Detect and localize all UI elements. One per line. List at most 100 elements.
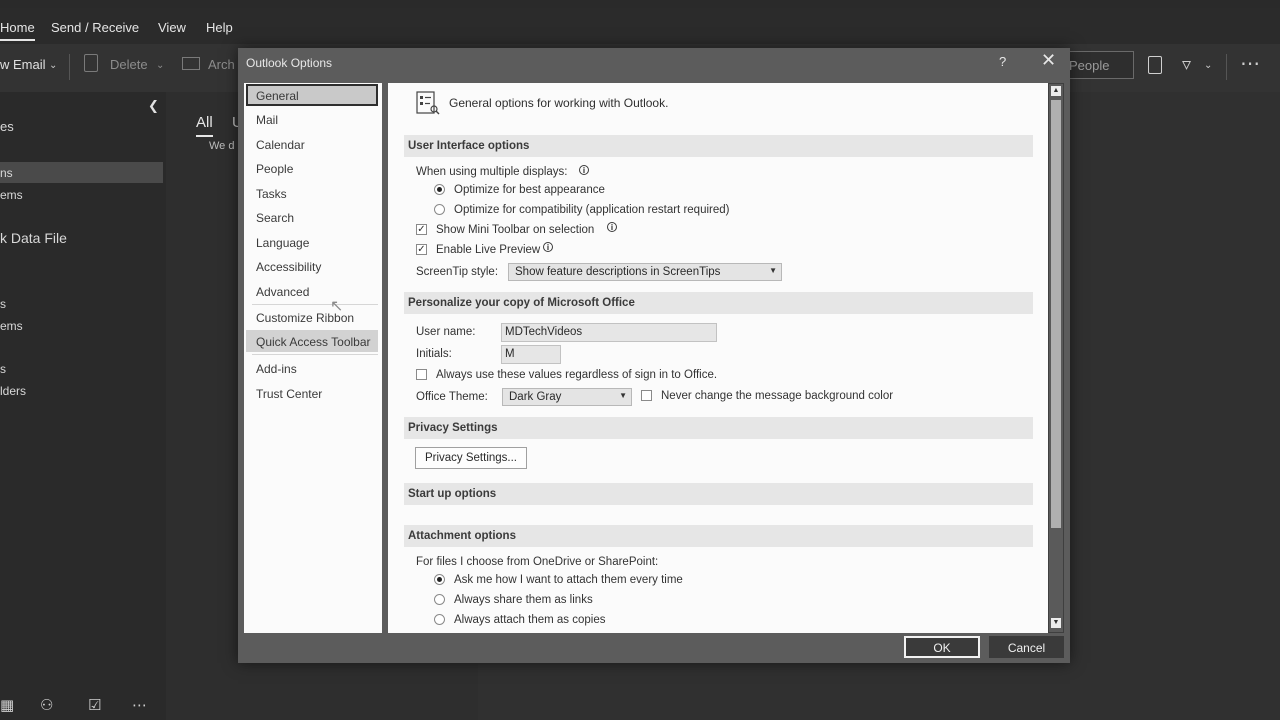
nav-item-calendar[interactable]: Calendar [246, 133, 378, 155]
nav-divider [252, 354, 378, 355]
radio-share-links-label[interactable]: Always share them as links [454, 594, 593, 606]
filter-icon[interactable]: ▿ [1182, 54, 1191, 75]
dropdown-arrow-icon: ▼ [769, 266, 777, 275]
address-book-icon[interactable] [1148, 56, 1162, 74]
multiple-displays-label: When using multiple displays: [416, 166, 568, 178]
radio-share-links[interactable] [434, 594, 445, 605]
user-name-input[interactable]: MDTechVideos [501, 323, 717, 342]
ribbon-tabs: Home Send / Receive View Help [0, 8, 1280, 44]
nav-item-language[interactable]: Language [246, 231, 378, 253]
nav-item-mail[interactable]: Mail [246, 108, 378, 130]
screentip-style-select[interactable]: Show feature descriptions in ScreenTips … [508, 263, 782, 281]
radio-optimize-compat[interactable] [434, 204, 445, 215]
section-personalize: Personalize your copy of Microsoft Offic… [404, 292, 1033, 314]
more-apps-icon[interactable]: ⋯ [132, 696, 147, 714]
office-theme-value: Dark Gray [509, 391, 562, 403]
scroll-up-icon[interactable]: ▲ [1051, 86, 1061, 96]
calendar-icon[interactable]: ▦ [0, 696, 14, 714]
cancel-button[interactable]: Cancel [989, 636, 1064, 658]
info-icon[interactable]: i [579, 165, 589, 175]
dialog-title: Outlook Options [246, 56, 333, 70]
close-icon[interactable]: ✕ [1041, 50, 1056, 71]
nav-item-customize-ribbon[interactable]: Customize Ribbon [246, 306, 378, 328]
never-change-background-label[interactable]: Never change the message background colo… [661, 390, 893, 402]
options-nav: General Mail Calendar People Tasks Searc… [244, 83, 382, 633]
tab-all[interactable]: All [196, 114, 213, 137]
archive-button[interactable]: Arch [208, 57, 235, 72]
help-icon[interactable]: ? [999, 54, 1006, 69]
attachment-files-label: For files I choose from OneDrive or Shar… [416, 556, 659, 568]
info-icon[interactable]: i [543, 242, 553, 252]
office-theme-select[interactable]: Dark Gray ▼ [502, 388, 632, 406]
checkbox-mini-toolbar[interactable]: ✓ [416, 224, 427, 235]
folder-pane: ❮ es ns ems k Data File s ems s lders [0, 92, 166, 720]
tasks-icon[interactable]: ☑ [88, 696, 101, 714]
user-name-label: User name: [416, 326, 476, 338]
live-preview-label[interactable]: Enable Live Preview [436, 244, 540, 256]
nav-item-quick-access-toolbar[interactable]: Quick Access Toolbar [246, 330, 378, 352]
nav-item-general[interactable]: General [246, 84, 378, 106]
mouse-cursor-icon: ↖ [330, 298, 344, 315]
page-title: General options for working with Outlook… [449, 96, 669, 110]
delete-button[interactable]: Delete [110, 57, 148, 72]
section-startup: Start up options [404, 483, 1033, 505]
checkbox-always-use-values[interactable] [416, 369, 427, 380]
tab-home[interactable]: Home [0, 20, 35, 41]
privacy-settings-button[interactable]: Privacy Settings... [415, 447, 527, 469]
folder-item[interactable]: s [0, 362, 6, 376]
checkbox-live-preview[interactable]: ✓ [416, 244, 427, 255]
nav-item-tasks[interactable]: Tasks [246, 182, 378, 204]
scroll-down-icon[interactable]: ▼ [1051, 618, 1061, 628]
checkbox-never-change-background[interactable] [641, 390, 652, 401]
toolbar-divider [69, 54, 70, 80]
folder-item[interactable]: ns [0, 166, 13, 180]
mini-toolbar-label[interactable]: Show Mini Toolbar on selection [436, 224, 594, 236]
options-scrollbar[interactable]: ▲ ▼ [1048, 83, 1064, 633]
radio-optimize-compat-label[interactable]: Optimize for compatibility (application … [454, 204, 729, 216]
folder-item[interactable]: ems [0, 188, 23, 202]
data-file-heading[interactable]: k Data File [0, 230, 67, 246]
radio-ask-attach-label[interactable]: Ask me how I want to attach them every t… [454, 574, 683, 586]
screentip-style-label: ScreenTip style: [416, 266, 499, 278]
tab-view[interactable]: View [158, 20, 186, 35]
toolbar-divider [1226, 54, 1227, 80]
title-bar [0, 0, 1280, 8]
folder-item[interactable]: es [0, 119, 14, 134]
module-switcher: ▦ ⚇ ☑ ⋯ [0, 690, 166, 720]
folder-item[interactable]: ems [0, 319, 23, 333]
folder-item[interactable]: s [0, 297, 6, 311]
folder-selection-highlight [0, 162, 163, 183]
nav-item-search[interactable]: Search [246, 206, 378, 228]
initials-input[interactable]: M [501, 345, 561, 364]
chevron-down-icon[interactable]: ⌄ [156, 60, 164, 71]
chevron-down-icon[interactable]: ⌄ [1204, 60, 1212, 71]
nav-item-add-ins[interactable]: Add-ins [246, 357, 378, 379]
scrollbar-thumb[interactable] [1051, 100, 1061, 528]
folder-item[interactable]: lders [0, 384, 26, 398]
new-email-button[interactable]: w Email [0, 57, 46, 72]
radio-optimize-best-label[interactable]: Optimize for best appearance [454, 184, 605, 196]
nav-item-accessibility[interactable]: Accessibility [246, 255, 378, 277]
nav-item-advanced[interactable]: Advanced [246, 280, 378, 302]
more-options-icon[interactable]: ⋯ [1240, 51, 1261, 76]
nav-item-trust-center[interactable]: Trust Center [246, 382, 378, 404]
radio-attach-copies[interactable] [434, 614, 445, 625]
section-attachment: Attachment options [404, 525, 1033, 547]
empty-list-notice: We d [209, 140, 235, 152]
ok-button[interactable]: OK [904, 636, 980, 658]
chevron-down-icon[interactable]: ⌄ [49, 60, 57, 71]
tab-send-receive[interactable]: Send / Receive [51, 20, 139, 35]
outlook-options-dialog: Outlook Options ? ✕ General Mail Calenda… [238, 48, 1070, 663]
people-icon[interactable]: ⚇ [40, 696, 53, 714]
radio-optimize-best[interactable] [434, 184, 445, 195]
info-icon[interactable]: i [607, 222, 617, 232]
always-use-values-label[interactable]: Always use these values regardless of si… [436, 369, 717, 381]
initials-label: Initials: [416, 348, 452, 360]
nav-item-people[interactable]: People [246, 157, 378, 179]
radio-attach-copies-label[interactable]: Always attach them as copies [454, 614, 606, 626]
office-theme-label: Office Theme: [416, 391, 488, 403]
trash-icon [84, 54, 98, 72]
radio-ask-attach[interactable] [434, 574, 445, 585]
tab-help[interactable]: Help [206, 20, 233, 35]
collapse-pane-icon[interactable]: ❮ [148, 98, 159, 114]
